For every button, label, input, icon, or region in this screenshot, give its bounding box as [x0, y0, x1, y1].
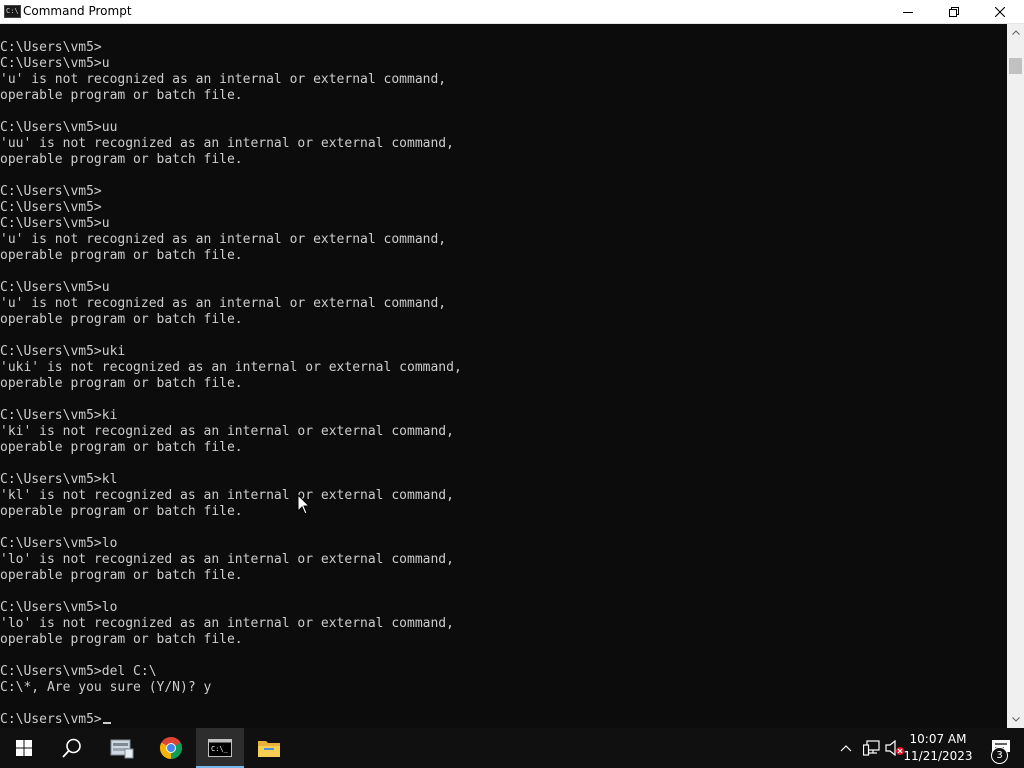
taskbar-clock[interactable]: 10:07 AM 11/21/2023 — [903, 731, 973, 765]
console-line: C:\Users\vm5>del C:\ — [0, 664, 157, 679]
prompt-text: C:\Users\vm5> — [0, 712, 102, 727]
mouse-pointer-icon — [297, 494, 311, 515]
console-line: operable program or batch file. — [0, 568, 243, 583]
window-title: Command Prompt — [23, 4, 132, 18]
svg-text:C:\_: C:\_ — [211, 745, 229, 753]
console-line: C:\Users\vm5>uki — [0, 344, 126, 359]
command-prompt-window: C:\ Command Prompt C:\Users\vm5> C:\Users… — [0, 0, 1024, 728]
chevron-up-icon — [1011, 30, 1020, 35]
console-area[interactable]: C:\Users\vm5> C:\Users\vm5>u'u' is not re… — [0, 24, 1007, 728]
console-output: C:\Users\vm5> C:\Users\vm5>u'u' is not re… — [0, 40, 462, 728]
console-line: operable program or batch file. — [0, 152, 243, 167]
chrome-icon — [160, 737, 182, 759]
console-line: C:\Users\vm5>lo — [0, 536, 118, 551]
scroll-down-button[interactable] — [1007, 711, 1024, 728]
console-line: C:\Users\vm5>u — [0, 216, 110, 231]
windows-logo-icon — [16, 740, 32, 756]
console-line: C:\*, Are you sure (Y/N)? y — [0, 680, 212, 695]
network-tray-button[interactable] — [862, 740, 880, 756]
volume-tray-button[interactable] — [885, 740, 905, 756]
console-line: C:\Users\vm5> — [0, 184, 102, 199]
current-prompt[interactable]: C:\Users\vm5> — [0, 712, 462, 728]
console-line: operable program or batch file. — [0, 376, 243, 391]
console-line: operable program or batch file. — [0, 440, 243, 455]
scroll-thumb[interactable] — [1009, 58, 1022, 74]
console-line: 'ki' is not recognized as an internal or… — [0, 424, 454, 439]
command-prompt-icon: C:\_ — [208, 739, 232, 757]
clock-time: 10:07 AM — [909, 732, 967, 746]
vertical-scrollbar[interactable] — [1007, 24, 1024, 728]
minimize-button[interactable] — [885, 0, 931, 23]
console-line: 'uu' is not recognized as an internal or… — [0, 136, 454, 151]
scroll-up-button[interactable] — [1007, 24, 1024, 41]
console-line: C:\Users\vm5> — [0, 200, 102, 215]
console-line: C:\Users\vm5>uu — [0, 120, 118, 135]
restore-button[interactable] — [931, 0, 977, 23]
console-line: 'kl' is not recognized as an internal or… — [0, 488, 454, 503]
taskbar-file-explorer[interactable] — [245, 728, 293, 768]
network-icon — [862, 740, 880, 756]
close-button[interactable] — [977, 0, 1023, 23]
console-line: C:\Users\vm5>lo — [0, 600, 118, 615]
taskbar: C:\_ 10:07 AM 11/21/2023 3 — [0, 728, 1024, 768]
console-line: operable program or batch file. — [0, 504, 243, 519]
title-bar[interactable]: C:\ Command Prompt — [0, 0, 1024, 24]
taskbar-server-manager[interactable] — [98, 728, 146, 768]
minimize-icon — [903, 11, 913, 13]
console-line: C:\Users\vm5>kl — [0, 472, 118, 487]
text-caret — [102, 722, 111, 724]
volume-muted-icon — [885, 740, 904, 756]
search-icon — [62, 738, 81, 758]
console-line: operable program or batch file. — [0, 632, 243, 647]
console-line: 'lo' is not recognized as an internal or… — [0, 552, 454, 567]
console-line: operable program or batch file. — [0, 248, 243, 263]
console-line: C:\Users\vm5> — [0, 40, 102, 55]
console-line: 'u' is not recognized as an internal or … — [0, 296, 447, 311]
restore-icon — [949, 6, 959, 17]
clock-date: 11/21/2023 — [903, 749, 973, 763]
chevron-down-icon — [1011, 717, 1020, 722]
taskbar-chrome[interactable] — [147, 728, 195, 768]
command-prompt-icon[interactable]: C:\ — [4, 5, 21, 18]
console-line: 'u' is not recognized as an internal or … — [0, 72, 447, 87]
chevron-up-icon — [840, 745, 852, 752]
server-manager-icon — [110, 739, 134, 759]
console-line: 'u' is not recognized as an internal or … — [0, 232, 447, 247]
taskbar-command-prompt[interactable]: C:\_ — [196, 728, 244, 768]
notification-count-badge: 3 — [991, 747, 1008, 764]
console-line: operable program or batch file. — [0, 88, 243, 103]
console-line: operable program or batch file. — [0, 312, 243, 327]
console-line: C:\Users\vm5>ki — [0, 408, 118, 423]
console-line: 'lo' is not recognized as an internal or… — [0, 616, 454, 631]
console-line: 'uki' is not recognized as an internal o… — [0, 360, 462, 375]
console-line: C:\Users\vm5>u — [0, 280, 110, 295]
show-hidden-icons-button[interactable] — [839, 740, 853, 756]
close-icon — [995, 6, 1005, 17]
console-line: C:\Users\vm5>u — [0, 56, 110, 71]
start-button[interactable] — [0, 728, 48, 768]
search-button[interactable] — [48, 728, 96, 768]
folder-icon — [258, 741, 280, 757]
